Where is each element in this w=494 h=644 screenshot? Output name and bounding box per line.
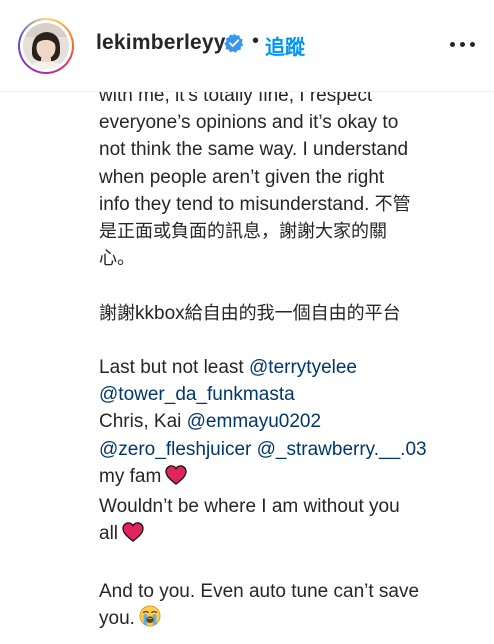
- post-header: lekimberleyy • 追蹤: [0, 0, 494, 92]
- caption-line: when people aren’t given the right: [99, 166, 385, 188]
- more-options-icon[interactable]: [450, 37, 476, 53]
- verified-badge-icon: [224, 33, 244, 53]
- caption-line: my fam: [99, 463, 469, 493]
- caption-line: 謝謝kkbox給自由的我一個自由的平台: [99, 302, 401, 324]
- caption-text: with me, it’s totally fine, I respect ev…: [0, 92, 494, 644]
- caption-line: Wouldn’t be where I am without you: [99, 496, 400, 518]
- avatar[interactable]: [23, 23, 69, 69]
- story-ring[interactable]: [18, 18, 74, 74]
- caption-line: all: [99, 520, 469, 550]
- red-heart-icon: [165, 465, 187, 493]
- caption-line: 心。: [99, 248, 135, 270]
- follow-button[interactable]: 追蹤: [265, 31, 305, 60]
- mention-link[interactable]: @emmayu0202: [187, 411, 321, 432]
- loudly-crying-face-icon: [139, 605, 161, 635]
- caption-line: Last but not least @terrytyelee: [99, 357, 357, 378]
- caption-line: Chris, Kai @emmayu0202: [99, 411, 322, 433]
- caption-line: with me, it’s totally fine, I respect: [99, 92, 373, 106]
- mention-link[interactable]: @terrytyelee: [249, 357, 357, 378]
- caption-line: @tower_da_funkmasta: [99, 381, 469, 408]
- caption-line: 是正面或負面的訊息，謝謝大家的關: [99, 221, 387, 243]
- mention-link[interactable]: @zero_fleshjuicer: [99, 439, 251, 460]
- caption-line: info they tend to misunderstand. 不管: [99, 193, 411, 215]
- caption-line: you.: [99, 605, 469, 635]
- red-heart-icon: [122, 522, 144, 550]
- mention-link[interactable]: @tower_da_funkmasta: [99, 384, 295, 405]
- username-link[interactable]: lekimberleyy: [96, 31, 226, 55]
- caption-line: not think the same way. I understand: [99, 139, 409, 161]
- caption-line: everyone’s opinions and it’s okay to: [99, 112, 399, 134]
- caption-line: And to you. Even auto tune can’t save: [99, 580, 420, 602]
- mention-link[interactable]: @_strawberry.__.03: [257, 439, 427, 460]
- caption-line: @zero_fleshjuicer @_strawberry.__.03: [99, 436, 469, 463]
- separator-dot: •: [252, 30, 260, 52]
